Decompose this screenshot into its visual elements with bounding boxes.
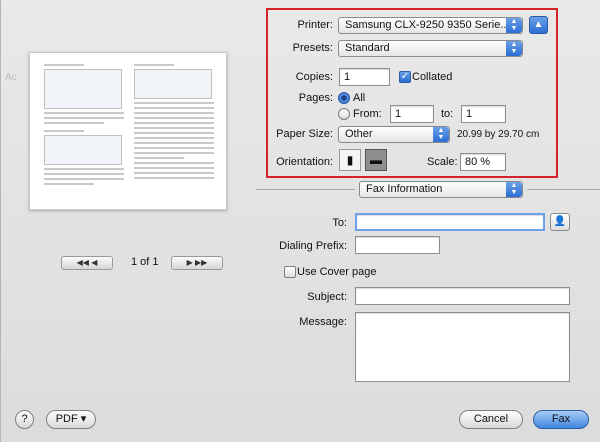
popup-arrows-icon: ▲ ▼ (506, 182, 522, 197)
background-document: Ac (5, 72, 17, 83)
copies-label: Copies: (295, 71, 333, 83)
fax-to-label: To: (332, 217, 347, 229)
page-indicator: 1 of 1 (131, 256, 159, 268)
paper-size-popup[interactable]: Other ▲ ▼ (338, 126, 450, 143)
collated-label: Collated (412, 71, 453, 83)
printer-popup[interactable]: Samsung CLX-9250 9350 Serie... ▲ ▼ (338, 17, 523, 34)
pages-from-radio[interactable] (338, 108, 350, 120)
help-button[interactable]: ? (15, 410, 34, 429)
popup-arrows-icon: ▲ ▼ (506, 18, 522, 33)
pages-to-label: to: (441, 108, 454, 120)
message-label: Message: (299, 316, 347, 328)
section-divider-right (527, 189, 600, 190)
collated-checkbox[interactable]: ✓ (399, 71, 411, 83)
print-dialog: Ac ◀◀ ◀ 1 of 1 ▶ ▶▶ Printer: Samsung CLX… (0, 0, 600, 442)
portrait-orientation-icon[interactable]: ▮ (339, 149, 361, 171)
cover-page-checkbox[interactable] (284, 266, 296, 278)
pages-all-radio[interactable] (338, 92, 350, 104)
subject-input[interactable] (355, 287, 570, 305)
printer-value: Samsung CLX-9250 9350 Serie... (345, 19, 510, 31)
pages-all-label: All (353, 92, 366, 104)
preview-column-right (134, 61, 214, 182)
next-page-icon: ▶ (186, 258, 193, 267)
cover-page-label: Use Cover page (297, 266, 377, 278)
address-book-icon[interactable]: 👤 (550, 213, 570, 231)
popup-arrows-icon: ▲ ▼ (433, 127, 449, 142)
copies-input[interactable]: 1 (339, 68, 390, 86)
pages-label: Pages: (298, 92, 333, 104)
collapse-triangle-icon[interactable]: ▲ (529, 16, 548, 34)
section-divider-left (256, 189, 355, 190)
subject-label: Subject: (307, 291, 347, 303)
printer-label: Printer: (297, 19, 333, 31)
cancel-button[interactable]: Cancel (459, 410, 523, 429)
orientation-label: Orientation: (276, 156, 333, 168)
section-popup[interactable]: Fax Information ▲ ▼ (359, 181, 523, 198)
message-textarea[interactable] (355, 312, 570, 382)
presets-popup[interactable]: Standard ▲ ▼ (338, 40, 523, 57)
preview-forward-buttons[interactable]: ▶ ▶▶ (171, 256, 223, 270)
scale-input[interactable]: 80 % (460, 153, 506, 171)
presets-label: Presets: (292, 42, 333, 54)
fax-to-input[interactable] (355, 213, 545, 231)
section-value: Fax Information (366, 183, 443, 195)
popup-arrows-icon: ▲ ▼ (506, 41, 522, 56)
pdf-menu-button[interactable]: PDF ▾ (46, 410, 96, 429)
presets-value: Standard (345, 42, 390, 54)
paper-dimensions: 20.99 by 29.70 cm (457, 129, 540, 140)
scale-label: Scale: (427, 156, 458, 168)
landscape-orientation-icon[interactable]: ▬ (365, 149, 387, 171)
preview-back-buttons[interactable]: ◀◀ ◀ (61, 256, 113, 270)
paper-size-value: Other (345, 128, 373, 140)
first-page-icon: ◀◀ (76, 258, 89, 267)
preview-column-left (44, 61, 124, 188)
pages-from-input[interactable]: 1 (390, 105, 434, 123)
dialing-prefix-label: Dialing Prefix: (279, 240, 347, 252)
prev-page-icon: ◀ (91, 258, 98, 267)
pages-to-input[interactable]: 1 (461, 105, 506, 123)
fax-button[interactable]: Fax (533, 410, 589, 429)
print-preview (29, 52, 227, 210)
last-page-icon: ▶▶ (195, 258, 208, 267)
paper-size-label: Paper Size: (276, 128, 333, 140)
pages-from-label: From: (353, 108, 382, 120)
dialing-prefix-input[interactable] (355, 236, 440, 254)
